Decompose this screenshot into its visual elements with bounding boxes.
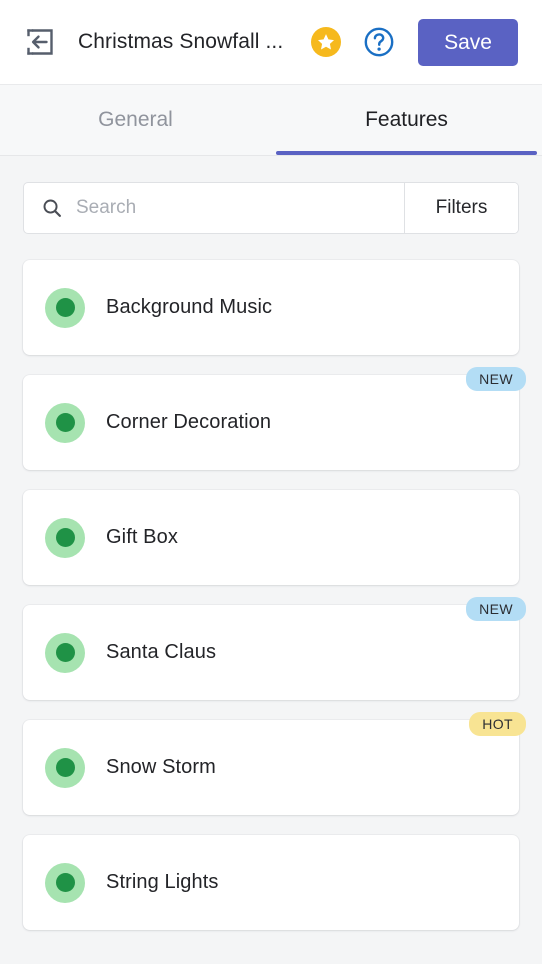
feature-card[interactable]: String Lights [23,835,519,930]
status-badge: NEW [466,597,526,621]
feature-card[interactable]: Snow Storm HOT [23,712,526,815]
back-button[interactable] [18,20,62,64]
feature-card[interactable]: Santa Claus NEW [23,597,526,700]
search-section: Filters [0,156,542,234]
help-button[interactable] [363,26,395,58]
save-button[interactable]: Save [418,18,518,66]
filters-button[interactable]: Filters [404,183,518,233]
tab-general-label: General [98,108,173,131]
status-indicator-icon[interactable] [45,402,85,443]
status-indicator-icon[interactable] [45,517,85,558]
feature-label: Santa Claus [106,641,217,663]
feature-card[interactable]: Corner Decoration NEW [23,367,526,470]
page-title: Christmas Snowfall ... [78,30,284,53]
tab-features[interactable]: Features [271,85,542,155]
status-dot-icon [55,758,75,777]
star-glyph-icon [318,34,335,50]
status-indicator-icon[interactable] [45,287,85,328]
back-arrow-in-box-icon [27,29,53,55]
tab-features-label: Features [365,108,448,131]
search-row: Filters [23,182,519,234]
feature-label: Gift Box [106,526,178,548]
status-indicator-icon[interactable] [45,747,85,788]
feature-card[interactable]: Background Music [23,260,519,355]
feature-label: Corner Decoration [106,411,272,433]
status-dot-icon [55,413,75,432]
search-input[interactable] [76,197,389,219]
search-icon [43,199,61,217]
status-badge: NEW [466,367,526,391]
status-indicator-icon[interactable] [45,632,85,673]
feature-label: Snow Storm [106,756,216,778]
help-question-icon [364,27,394,57]
status-badge: HOT [469,712,526,736]
status-dot-icon [55,528,75,547]
status-indicator-icon[interactable] [45,862,85,903]
status-dot-icon [55,298,75,317]
feature-label: Background Music [106,296,273,318]
feature-card[interactable]: Gift Box [23,490,519,585]
tab-bar: General Features [0,85,542,156]
feature-label: String Lights [106,871,219,893]
tab-general[interactable]: General [0,85,271,155]
status-dot-icon [55,643,75,662]
status-dot-icon [55,873,75,892]
app-header: Christmas Snowfall ... Save [0,0,542,85]
star-icon[interactable] [311,27,342,57]
search-field [24,183,404,233]
features-list: Background Music Corner Decoration NEW G… [0,234,542,930]
